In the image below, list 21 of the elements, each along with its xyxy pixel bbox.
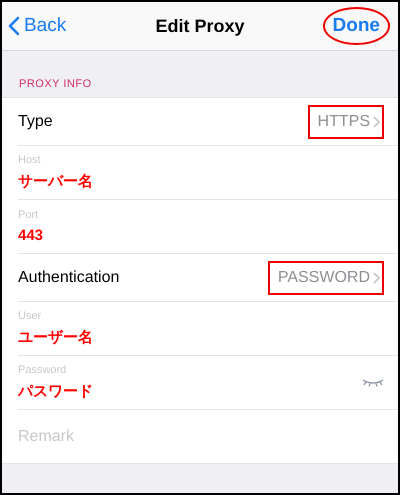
chevron-icon: [373, 116, 380, 128]
field-label: Password: [18, 364, 68, 376]
value-selector[interactable]: PASSWORD: [268, 260, 384, 294]
eye-closed-icon[interactable]: [362, 378, 384, 387]
field-value[interactable]: 443: [18, 227, 44, 244]
section-header: PROXY INFO: [19, 78, 92, 90]
done-button[interactable]: Done: [322, 7, 390, 45]
chevron-left-icon: [8, 16, 20, 36]
field-value[interactable]: サーバー名: [18, 172, 93, 191]
field-value[interactable]: ユーザー名: [18, 328, 93, 347]
back-button[interactable]: Back: [8, 15, 66, 37]
field-value[interactable]: パスワード: [18, 382, 93, 401]
row-label: Type: [18, 112, 53, 130]
remark-field[interactable]: Remark: [18, 428, 318, 446]
nav-title: Edit Proxy: [155, 16, 245, 36]
field-label: Host: [18, 154, 42, 166]
row-label: Authentication: [18, 268, 120, 286]
field-label: Port: [18, 209, 40, 221]
value-selector[interactable]: HTTPS: [308, 104, 384, 138]
chevron-icon: [373, 272, 380, 284]
field-label: User: [18, 310, 42, 322]
